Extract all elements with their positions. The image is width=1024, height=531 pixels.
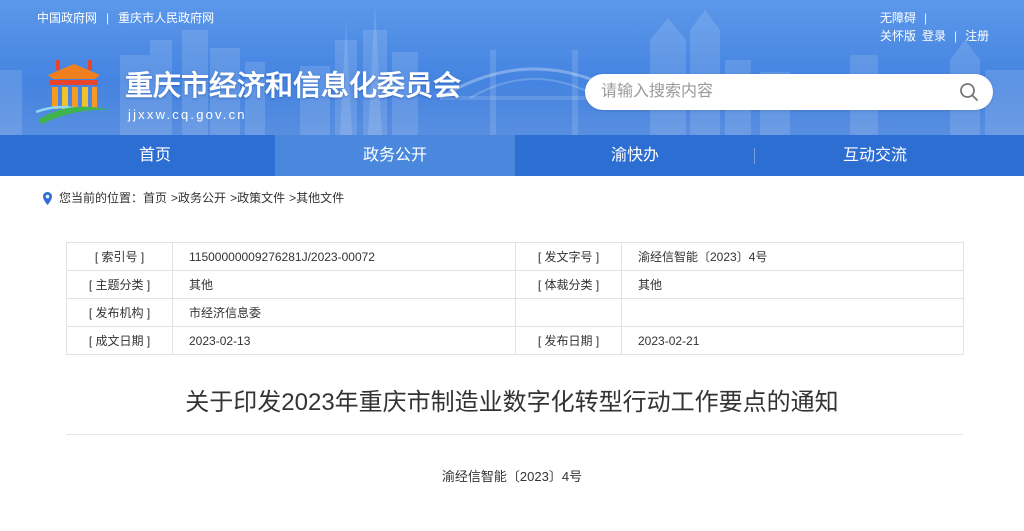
info-value-publish-date: 2023-02-21 [621, 326, 964, 355]
breadcrumb-government-affairs[interactable]: 政务公开 [178, 191, 226, 205]
nav-item-label: 互动交流 [842, 147, 907, 164]
top-right-row-1: 无障碍 | [880, 9, 989, 27]
title-divider [66, 434, 963, 435]
nav-item-label: 首页 [138, 147, 171, 164]
site-title[interactable]: 重庆市经济和信息化委员会 [125, 70, 461, 102]
info-value-publisher: 市经济信息委 [172, 298, 516, 327]
breadcrumb-prefix: 您当前的位置： [59, 191, 144, 205]
accessibility-link[interactable]: 无障碍 [880, 11, 916, 25]
breadcrumb-separator: > [171, 191, 179, 205]
care-mode-link[interactable]: 关怀版 [880, 29, 916, 43]
info-label-topic: [ 主题分类 ] [66, 270, 173, 299]
search-icon[interactable] [959, 82, 979, 102]
nav-item-home[interactable]: 首页 [35, 135, 275, 176]
search-input[interactable] [601, 74, 941, 110]
nav-item-label: 政务公开 [362, 147, 427, 164]
nav-item-yukuaiban[interactable]: 渝快办 [515, 135, 755, 176]
info-label-genre: [ 体裁分类 ] [515, 270, 622, 299]
document-info-table: [ 索引号 ] 11500000009276281J/2023-00072 [ … [66, 242, 964, 355]
login-link[interactable]: 登录 [922, 29, 946, 43]
top-right-separator: | [954, 29, 958, 43]
nav-item-label: 渝快办 [610, 147, 659, 164]
info-label-publisher: [ 发布机构 ] [66, 298, 173, 327]
location-pin-icon [43, 192, 52, 205]
table-row: [ 索引号 ] 11500000009276281J/2023-00072 [ … [66, 242, 964, 271]
gov-cn-link[interactable]: 中国政府网 [37, 11, 97, 25]
header-banner: 中国政府网 | 重庆市人民政府网 无障碍 | 关怀版 登录 | 注册 重庆市经济和信息化委员… [0, 0, 1024, 135]
info-value-written-date: 2023-02-13 [172, 326, 516, 355]
info-value-genre: 其他 [621, 270, 964, 299]
nav-item-government-affairs[interactable]: 政务公开 [275, 135, 515, 176]
breadcrumb-other-documents[interactable]: 其他文件 [296, 191, 344, 205]
table-row: [ 主题分类 ] 其他 [ 体裁分类 ] 其他 [66, 270, 964, 299]
site-logo-icon[interactable] [36, 60, 112, 124]
info-label-publish-date: [ 发布日期 ] [515, 326, 622, 355]
top-link-separator: | [106, 11, 110, 25]
info-label-doc-number: [ 发文字号 ] [515, 242, 622, 271]
main-nav: 首页 政务公开 渝快办 互动交流 [0, 135, 1024, 176]
breadcrumb-home[interactable]: 首页 [143, 191, 167, 205]
site-domain: jjxxw.cq.gov.cn [128, 107, 247, 122]
cq-gov-link[interactable]: 重庆市人民政府网 [118, 11, 214, 25]
info-label-empty [515, 298, 622, 327]
info-label-written-date: [ 成文日期 ] [66, 326, 173, 355]
article-title: 关于印发2023年重庆市制造业数字化转型行动工作要点的通知 [185, 389, 839, 416]
top-right-separator: | [924, 11, 928, 25]
info-value-topic: 其他 [172, 270, 516, 299]
article-doc-number: 渝经信智能〔2023〕4号 [441, 469, 583, 484]
breadcrumb: 您当前的位置：首页 >政务公开 >政策文件 >其他文件 [43, 190, 344, 207]
info-value-doc-number: 渝经信智能〔2023〕4号 [621, 242, 964, 271]
info-value-empty [621, 298, 964, 327]
search-box [585, 74, 993, 110]
nav-divider [754, 148, 755, 164]
register-link[interactable]: 注册 [965, 29, 989, 43]
info-label-index-number: [ 索引号 ] [66, 242, 173, 271]
nav-item-interaction[interactable]: 互动交流 [755, 135, 995, 176]
top-links: 中国政府网 | 重庆市人民政府网 [37, 10, 214, 26]
breadcrumb-policy-documents[interactable]: 政策文件 [237, 191, 285, 205]
top-right-row-2: 关怀版 登录 | 注册 [880, 27, 989, 45]
info-value-index-number: 11500000009276281J/2023-00072 [172, 242, 516, 271]
table-row: [ 成文日期 ] 2023-02-13 [ 发布日期 ] 2023-02-21 [66, 326, 964, 355]
table-row: [ 发布机构 ] 市经济信息委 [66, 298, 964, 327]
top-right-links: 无障碍 | 关怀版 登录 | 注册 [880, 9, 989, 45]
